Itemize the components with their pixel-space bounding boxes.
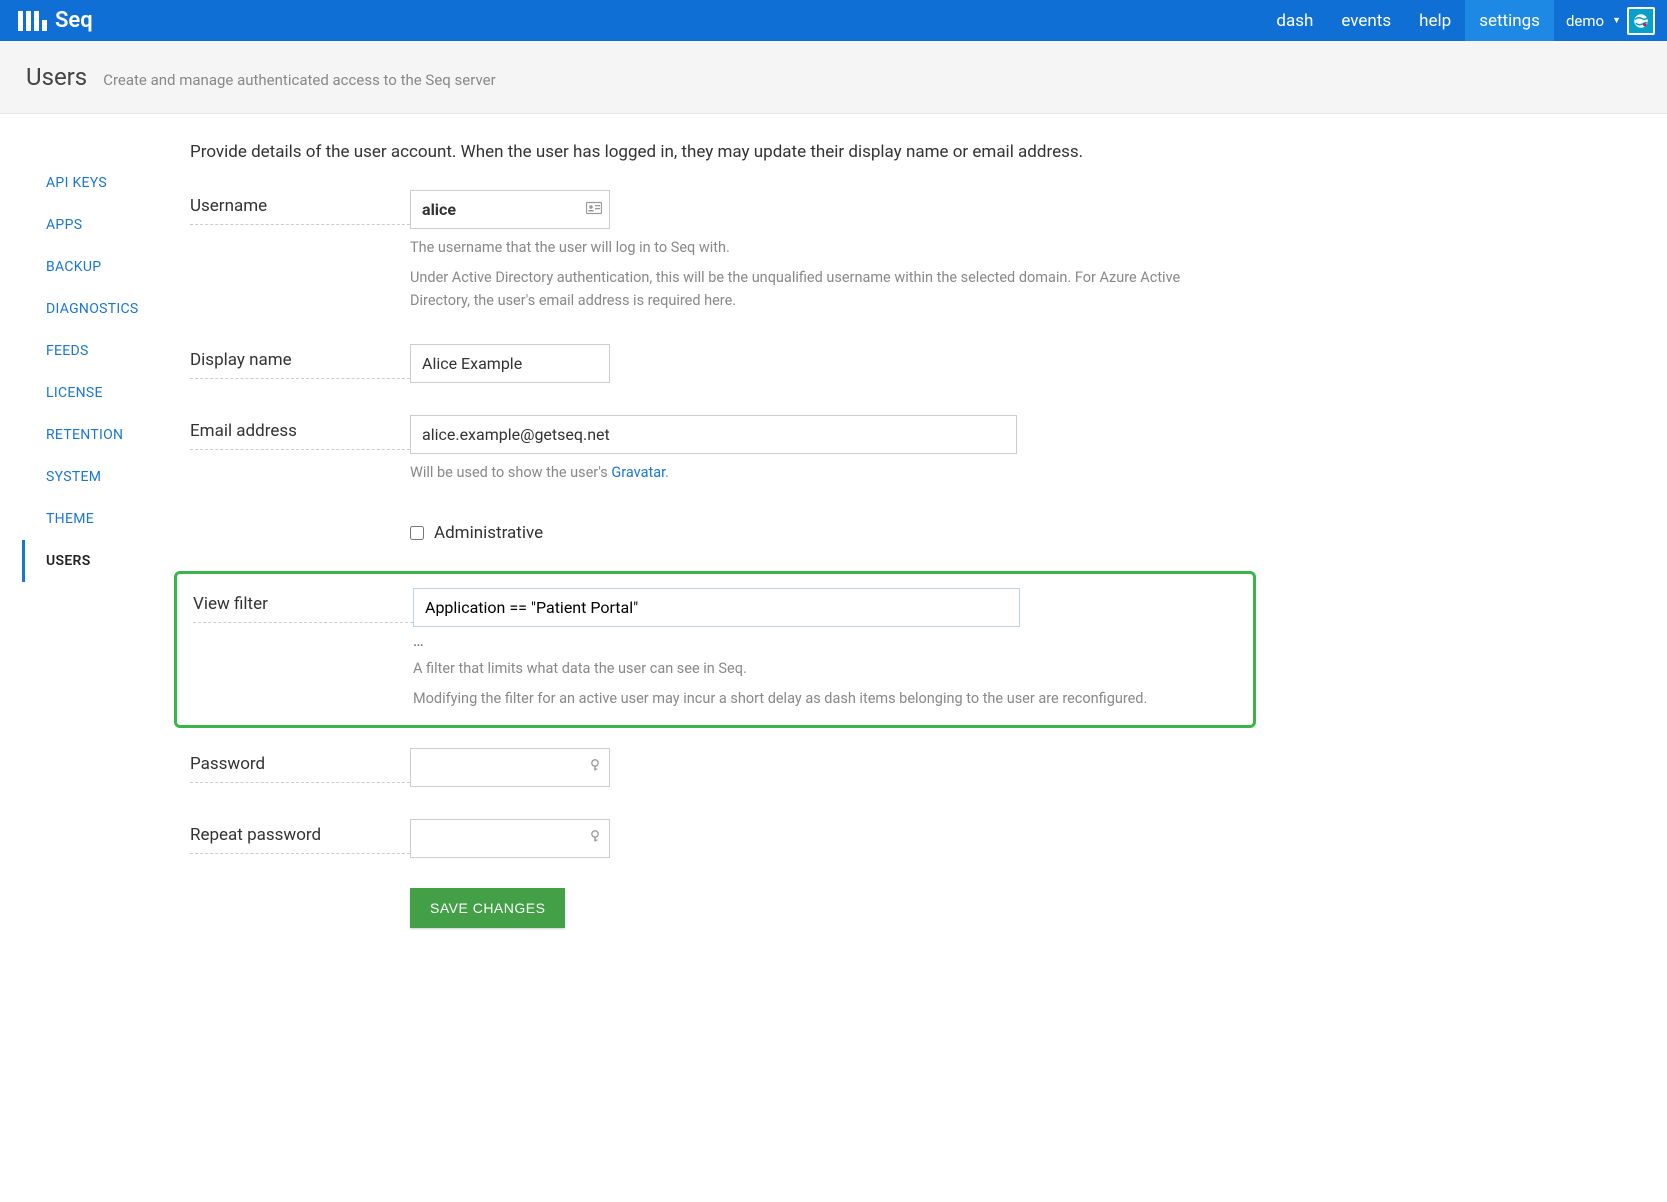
key-icon	[588, 829, 602, 847]
help-view-filter-1: A filter that limits what data the user …	[413, 658, 1243, 680]
sidebar-item-system[interactable]: SYSTEM	[22, 456, 190, 498]
sidebar-item-apps[interactable]: APPS	[22, 204, 190, 246]
save-changes-button[interactable]: SAVE CHANGES	[410, 888, 565, 928]
intro-text: Provide details of the user account. Whe…	[190, 142, 1240, 162]
help-username-1: The username that the user will log in t…	[410, 237, 1240, 259]
sidebar-item-theme[interactable]: THEME	[22, 498, 190, 540]
row-repeat-password: Repeat password	[190, 819, 1240, 858]
label-view-filter: View filter	[193, 588, 413, 623]
row-display-name: Display name	[190, 344, 1240, 383]
topbar: Seq dash events help settings demo ▼	[0, 0, 1667, 41]
page-header: Users Create and manage authenticated ac…	[0, 41, 1667, 114]
sidebar-item-diagnostics[interactable]: DIAGNOSTICS	[22, 288, 190, 330]
sidebar-item-retention[interactable]: RETENTION	[22, 414, 190, 456]
row-save: SAVE CHANGES	[190, 868, 1240, 928]
help-username-2: Under Active Directory authentication, t…	[410, 267, 1240, 312]
help-email: Will be used to show the user's Gravatar…	[410, 462, 1240, 484]
view-filter-highlight: View filter … A filter that limits what …	[174, 571, 1256, 728]
password-input[interactable]	[410, 748, 610, 787]
label-repeat-password: Repeat password	[190, 819, 410, 854]
logo[interactable]: Seq	[18, 8, 93, 33]
label-email: Email address	[190, 415, 410, 450]
sidebar-item-feeds[interactable]: FEEDS	[22, 330, 190, 372]
sidebar-item-api-keys[interactable]: API KEYS	[22, 162, 190, 204]
help-view-filter-2: Modifying the filter for an active user …	[413, 688, 1243, 710]
row-password: Password	[190, 748, 1240, 787]
sidebar-item-users[interactable]: USERS	[22, 540, 190, 582]
administrative-checkbox[interactable]	[410, 526, 424, 540]
sidebar-item-backup[interactable]: BACKUP	[22, 246, 190, 288]
nav-events[interactable]: events	[1327, 0, 1405, 41]
caret-down-icon: ▼	[1612, 15, 1621, 26]
nav-user-label: demo	[1566, 12, 1604, 30]
sidebar-item-license[interactable]: LICENSE	[22, 372, 190, 414]
display-name-input[interactable]	[410, 344, 610, 383]
nav-help[interactable]: help	[1405, 0, 1465, 41]
key-icon	[588, 758, 602, 776]
nav-user-menu[interactable]: demo ▼	[1554, 0, 1667, 41]
label-administrative: Administrative	[434, 523, 543, 543]
email-input[interactable]	[410, 415, 1017, 454]
gravatar-link[interactable]: Gravatar	[611, 464, 665, 481]
row-username: Username The username that the user will…	[190, 190, 1240, 312]
help-email-suffix: .	[665, 464, 669, 481]
label-username: Username	[190, 190, 410, 225]
page-subtitle: Create and manage authenticated access t…	[103, 71, 495, 89]
logo-icon	[18, 11, 47, 31]
brand-text: Seq	[55, 8, 93, 33]
nav-dash[interactable]: dash	[1262, 0, 1327, 41]
view-filter-input[interactable]	[413, 588, 1020, 627]
globe-icon	[1632, 12, 1650, 30]
repeat-password-input[interactable]	[410, 819, 610, 858]
id-card-icon	[586, 201, 602, 219]
avatar	[1627, 7, 1655, 35]
help-email-prefix: Will be used to show the user's	[410, 464, 611, 481]
view-filter-ellipsis: …	[413, 631, 1243, 650]
nav-settings[interactable]: settings	[1465, 0, 1554, 41]
sidebar: API KEYS APPS BACKUP DIAGNOSTICS FEEDS L…	[0, 142, 190, 978]
label-display-name: Display name	[190, 344, 410, 379]
top-nav: dash events help settings demo ▼	[1262, 0, 1667, 41]
content: Provide details of the user account. Whe…	[190, 142, 1270, 978]
row-administrative: Administrative	[190, 517, 1240, 561]
page-title: Users	[26, 63, 87, 91]
username-input[interactable]	[410, 190, 610, 229]
main: API KEYS APPS BACKUP DIAGNOSTICS FEEDS L…	[0, 114, 1667, 978]
label-password: Password	[190, 748, 410, 783]
row-email: Email address Will be used to show the u…	[190, 415, 1240, 484]
